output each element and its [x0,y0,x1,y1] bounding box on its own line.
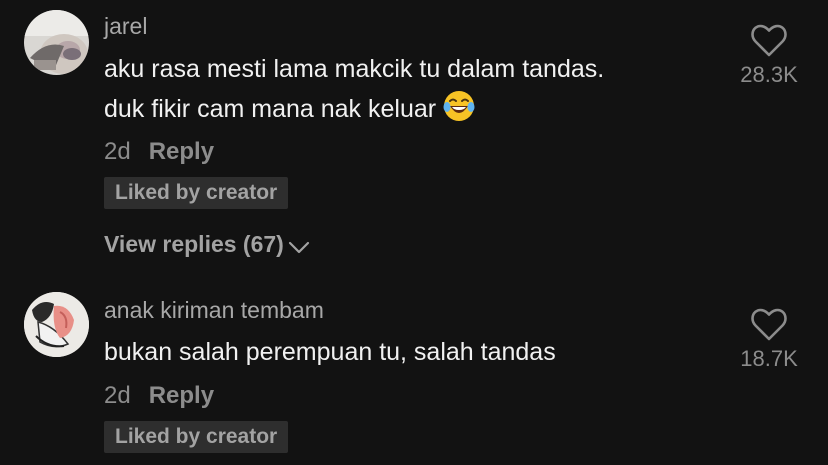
comment-text-line: bukan salah perempuan tu, salah tandas [104,338,556,366]
like-column: 28.3K [724,24,814,88]
avatar-image [24,292,89,357]
reply-button[interactable]: Reply [149,382,214,409]
avatar-image [24,10,89,75]
comment-text-line: aku rasa mesti lama makcik tu dalam tand… [104,55,605,83]
avatar[interactable] [24,10,89,75]
view-replies-label: View replies (67) [104,231,284,257]
comment-meta: 2d Reply [104,137,214,167]
comment-text-line: duk fikir cam mana nak keluar [104,88,476,137]
liked-by-creator-badge: Liked by creator [104,421,289,453]
heart-icon[interactable] [750,24,788,58]
comments-panel: jarel aku rasa mesti lama makcik tu dala… [0,0,828,465]
like-count: 18.7K [740,346,798,371]
avatar[interactable] [24,292,89,357]
comment-meta: 2d Reply [104,381,214,411]
comment-text-line-content: duk fikir cam mana nak keluar [104,95,437,123]
laughing-emoji-icon [442,89,476,137]
comment-username[interactable]: jarel [104,12,147,40]
comment-age: 2d [104,382,131,409]
heart-icon[interactable] [750,308,788,342]
comment-username[interactable]: anak kiriman tembam [104,296,324,324]
chevron-down-icon [288,241,309,254]
comment-age: 2d [104,138,131,165]
liked-by-creator-badge: Liked by creator [104,177,289,209]
reply-button[interactable]: Reply [149,138,214,165]
like-count: 28.3K [740,62,798,87]
like-column: 18.7K [724,308,814,372]
view-replies-button[interactable]: View replies (67) [104,229,310,259]
